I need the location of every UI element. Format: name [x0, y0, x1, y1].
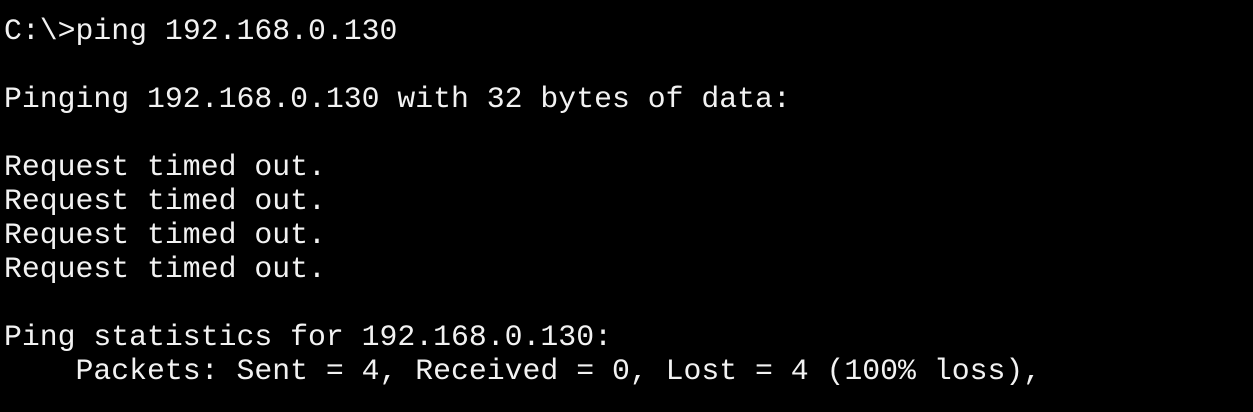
- prompt: C:\>: [4, 14, 76, 48]
- pinging-line: Pinging 192.168.0.130 with 32 bytes of d…: [4, 82, 791, 116]
- terminal-window[interactable]: C:\>ping 192.168.0.130 Pinging 192.168.0…: [0, 0, 1253, 412]
- command-line: C:\>ping 192.168.0.130: [4, 14, 1253, 48]
- packets-line: Packets: Sent = 4, Received = 0, Lost = …: [4, 354, 1042, 388]
- reply-line: Request timed out.: [4, 218, 326, 252]
- command-text: ping 192.168.0.130: [75, 14, 398, 48]
- reply-line: Request timed out.: [4, 150, 326, 184]
- reply-line: Request timed out.: [4, 252, 326, 286]
- statistics-header: Ping statistics for 192.168.0.130:: [4, 320, 612, 354]
- reply-line: Request timed out.: [4, 184, 326, 218]
